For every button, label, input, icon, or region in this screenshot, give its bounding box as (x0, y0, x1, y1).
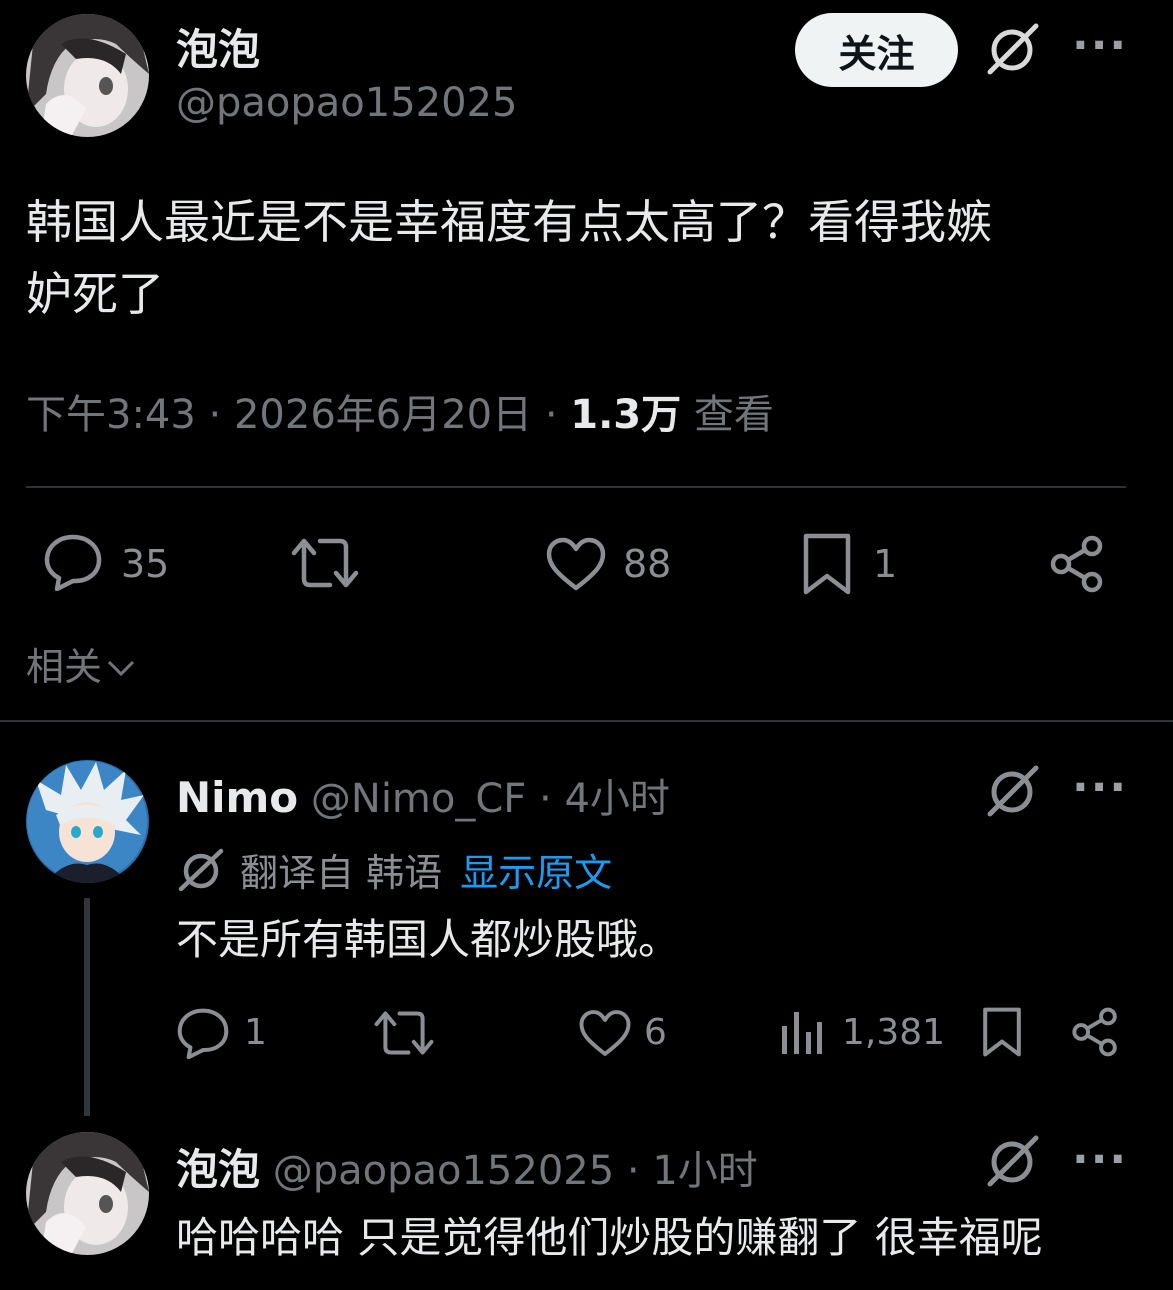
retweet-icon[interactable] (373, 1008, 435, 1058)
translation-note: 翻译自 韩语 显示原文 (176, 842, 612, 897)
reply-handle-time[interactable]: @paopao152025 · 1小时 (273, 1148, 758, 1194)
grok-icon[interactable] (984, 764, 1042, 820)
reply-avatar[interactable] (26, 760, 149, 883)
author-name[interactable]: 泡泡 (176, 16, 260, 77)
more-icon[interactable]: ··· (1072, 766, 1128, 810)
follow-button[interactable]: 关注 (795, 13, 958, 87)
more-icon[interactable]: ··· (1072, 24, 1128, 68)
reply-header: Nimo @Nimo_CF · 4小时 (176, 766, 670, 824)
related-label: 相关 (26, 645, 103, 689)
like-count: 6 (644, 1012, 667, 1053)
author-handle[interactable]: @paopao152025 (176, 80, 517, 126)
post-text: 韩国人最近是不是幸福度有点太高了？看得我嫉 妒死了 (26, 186, 992, 330)
reply-count: 1 (244, 1012, 267, 1053)
views-icon[interactable] (780, 1008, 824, 1056)
grok-icon[interactable] (984, 1134, 1042, 1190)
reply-icon[interactable] (43, 533, 103, 591)
related-toggle[interactable]: 相关 (26, 636, 136, 691)
share-icon[interactable] (1070, 1006, 1120, 1058)
reply-text: 哈哈哈哈 只是觉得他们炒股的赚翻了 很幸福呢 (176, 1213, 1043, 1262)
bookmark-count: 1 (873, 542, 898, 586)
retweet-icon[interactable] (290, 535, 360, 591)
reply-author-name[interactable]: Nimo (176, 773, 298, 822)
author-avatar[interactable] (26, 14, 149, 137)
reply-author-name[interactable]: 泡泡 (176, 1145, 260, 1194)
thread-line (84, 898, 90, 1116)
post-text-line: 妒死了 (26, 267, 164, 321)
like-count: 88 (623, 542, 672, 586)
reply-text: 不是所有韩国人都炒股哦。 (176, 915, 681, 964)
reply-count: 35 (121, 542, 170, 586)
show-original-link[interactable]: 显示原文 (460, 842, 612, 897)
post-meta: 下午3:43 · 2026年6月20日 · 1.3万 查看 (26, 382, 774, 440)
reply-header: 泡泡 @paopao152025 · 1小时 (176, 1136, 758, 1197)
reply-icon[interactable] (176, 1007, 230, 1059)
grok-icon[interactable] (984, 22, 1042, 78)
like-icon[interactable] (545, 536, 607, 592)
section-divider (0, 720, 1173, 722)
views-label: 查看 (681, 392, 774, 438)
bookmark-icon[interactable] (982, 1006, 1022, 1058)
divider (26, 486, 1126, 488)
share-icon[interactable] (1048, 534, 1106, 594)
reply-avatar[interactable] (26, 1132, 149, 1255)
bookmark-icon[interactable] (802, 532, 852, 596)
reply-handle-time[interactable]: @Nimo_CF · 4小时 (311, 776, 670, 822)
post-time[interactable]: 下午3:43 · 2026年6月20日 · (26, 392, 570, 438)
translate-icon (176, 847, 226, 893)
post-text-line: 韩国人最近是不是幸福度有点太高了？看得我嫉 (26, 195, 992, 249)
more-icon[interactable]: ··· (1072, 1138, 1128, 1182)
views-count[interactable]: 1.3万 (570, 392, 681, 438)
translated-from: 翻译自 韩语 (240, 851, 443, 895)
like-icon[interactable] (578, 1008, 632, 1058)
view-count: 1,381 (842, 1012, 946, 1053)
chevron-down-icon (106, 658, 136, 678)
